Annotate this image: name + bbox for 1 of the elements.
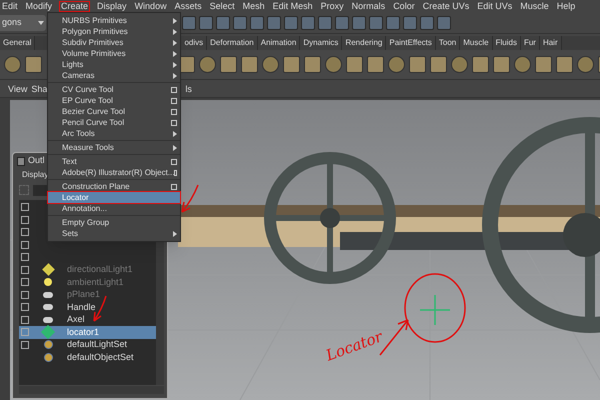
window-title: Outl (28, 154, 45, 168)
